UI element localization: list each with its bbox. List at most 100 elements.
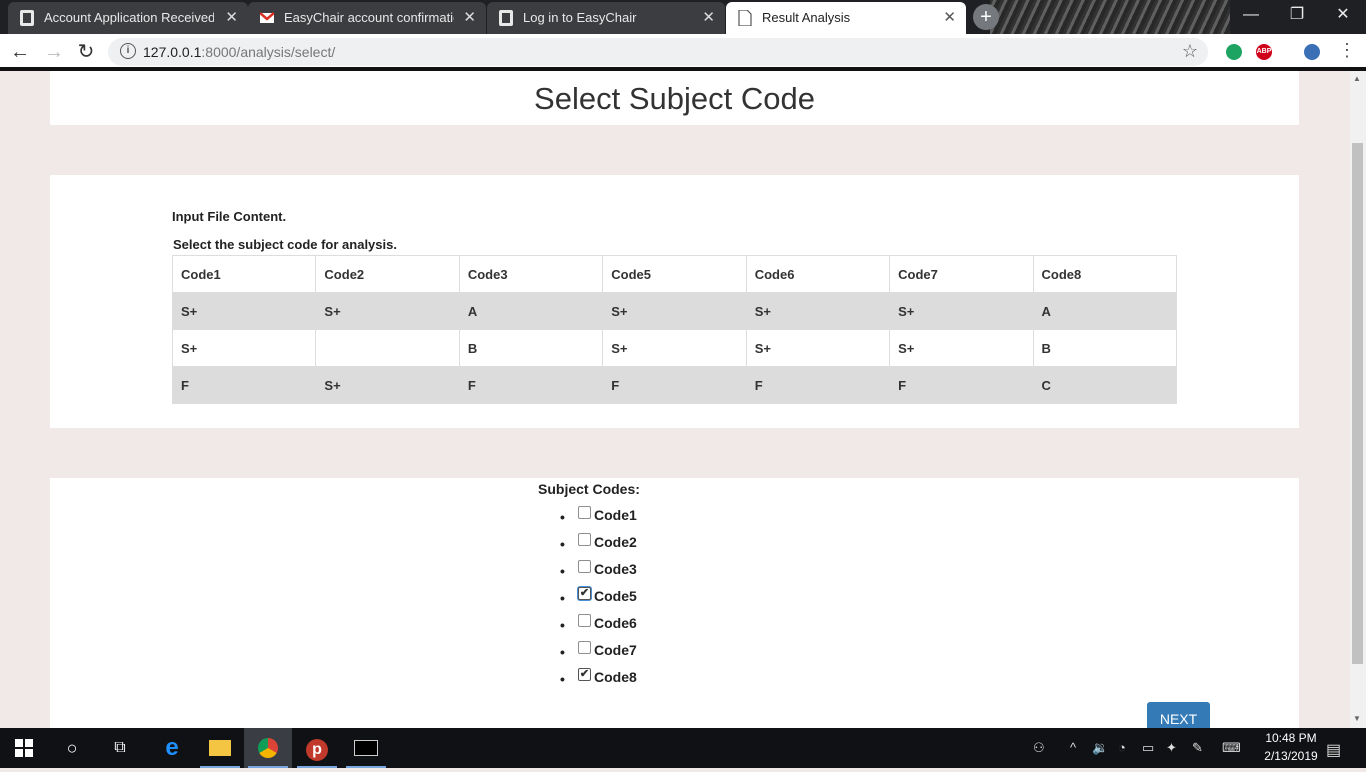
url-host: 127.0.0.1 <box>143 44 202 60</box>
code-label[interactable]: Code6 <box>594 615 637 631</box>
table-cell: S+ <box>315 366 460 404</box>
table-cell <box>315 329 460 367</box>
bookmark-star-icon[interactable]: ☆ <box>1182 41 1198 62</box>
next-button[interactable]: NEXT <box>1147 702 1210 728</box>
new-tab-button[interactable]: + <box>973 4 999 30</box>
document-icon <box>20 10 34 26</box>
tab-result-analysis[interactable]: Result Analysis ✕ <box>726 2 966 34</box>
bullet: • <box>560 617 565 633</box>
code1-checkbox[interactable] <box>578 506 591 519</box>
input-file-label: Input File Content. <box>172 209 287 224</box>
code-label[interactable]: Code2 <box>594 534 637 550</box>
code7-checkbox[interactable] <box>578 641 591 654</box>
tray-chevron-icon[interactable]: ^ <box>1070 740 1076 755</box>
windows-taskbar: ○ ⧉ e p ⚇ ^ 🔉 ◔ ▭ ✦ ✎ ⌨ 10:48 PM 2/13/20… <box>0 728 1366 768</box>
info-icon[interactable]: i <box>120 43 136 59</box>
code5-checkbox[interactable]: ✔ <box>578 587 591 600</box>
tab-easychair-login[interactable]: Log in to EasyChair ✕ <box>487 2 725 34</box>
app-p-icon[interactable]: p <box>293 728 341 768</box>
table-cell: S+ <box>171 292 317 330</box>
code-label[interactable]: Code8 <box>594 669 637 685</box>
table-header: Code6 <box>745 255 891 293</box>
battery-icon[interactable]: ▭ <box>1142 740 1154 756</box>
pen-icon[interactable]: ✎ <box>1192 740 1203 756</box>
adblock-icon[interactable]: ABP <box>1256 44 1272 60</box>
table-cell: S+ <box>315 292 460 330</box>
reload-icon[interactable]: ↻ <box>74 40 98 64</box>
window-close-icon[interactable]: ✕ <box>1320 0 1366 30</box>
people-icon[interactable]: ⚇ <box>1033 740 1045 756</box>
code6-checkbox[interactable] <box>578 614 591 627</box>
address-bar[interactable]: i 127.0.0.1:8000/analysis/select/ ☆ <box>108 38 1208 66</box>
tab-title: Log in to EasyChair <box>523 10 637 25</box>
subject-codes-label: Subject Codes: <box>538 481 640 497</box>
keyboard-icon[interactable]: ⌨ <box>1222 740 1241 756</box>
code-label[interactable]: Code7 <box>594 642 637 658</box>
select-instruction: Select the subject code for analysis. <box>173 237 397 252</box>
scroll-down-icon[interactable]: ▼ <box>1353 714 1361 723</box>
forward-arrow-icon[interactable]: → <box>42 40 66 64</box>
bullet: • <box>560 671 565 687</box>
table-cell: B <box>458 329 604 367</box>
dropbox-icon[interactable]: ✦ <box>1166 740 1177 756</box>
bullet: • <box>560 536 565 552</box>
file-explorer-icon[interactable] <box>196 728 244 768</box>
table-header: Code1 <box>171 255 317 293</box>
tab-account-application[interactable]: Account Application Received ✕ <box>8 2 248 34</box>
code-label[interactable]: Code1 <box>594 507 637 523</box>
minimize-icon[interactable]: — <box>1228 0 1274 30</box>
tab-title: Result Analysis <box>762 10 851 25</box>
tabstrip-background-art <box>990 0 1230 34</box>
windows-start-icon[interactable] <box>0 728 48 768</box>
terminal-icon[interactable] <box>342 728 390 768</box>
table-cell: C <box>1032 366 1178 404</box>
tab-title: Account Application Received <box>44 10 214 25</box>
clock-date[interactable]: 2/13/2019 <box>1256 749 1326 763</box>
table-cell: A <box>458 292 604 330</box>
code8-checkbox[interactable]: ✔ <box>578 668 591 681</box>
table-cell: A <box>1032 292 1178 330</box>
profile-avatar[interactable] <box>1304 44 1320 60</box>
cart-extension-icon[interactable] <box>1226 44 1242 60</box>
page-icon <box>738 10 752 26</box>
url-path: :8000/analysis/select/ <box>201 44 336 60</box>
code-label[interactable]: Code5 <box>594 588 637 604</box>
close-icon[interactable]: ✕ <box>943 8 956 26</box>
menu-dots-icon[interactable]: ⋮ <box>1338 40 1356 61</box>
code3-checkbox[interactable] <box>578 560 591 573</box>
title-panel: Select Subject Code <box>50 71 1299 125</box>
table-header-row: Code1 Code2 Code3 Code5 Code6 Code7 Code… <box>171 255 1178 293</box>
tab-easychair-confirmation[interactable]: EasyChair account confirmation ✕ <box>248 2 486 34</box>
input-content-panel: Input File Content. Select the subject c… <box>50 175 1299 428</box>
bullet: • <box>560 509 565 525</box>
notifications-icon[interactable]: ▤ <box>1326 740 1341 760</box>
volume-icon[interactable]: 🔉 <box>1092 740 1108 756</box>
data-table: Code1 Code2 Code3 Code5 Code6 Code7 Code… <box>171 255 1178 404</box>
wifi-icon[interactable]: ◔ <box>1118 740 1126 755</box>
chrome-icon[interactable] <box>244 728 292 768</box>
bullet: • <box>560 590 565 606</box>
url-text[interactable]: 127.0.0.1:8000/analysis/select/ <box>143 44 335 60</box>
code2-checkbox[interactable] <box>578 533 591 546</box>
close-icon[interactable]: ✕ <box>702 8 715 26</box>
code-label[interactable]: Code3 <box>594 561 637 577</box>
restore-icon[interactable]: ❐ <box>1274 0 1320 30</box>
document-icon <box>499 10 513 26</box>
table-cell: S+ <box>745 329 891 367</box>
close-icon[interactable]: ✕ <box>225 8 238 26</box>
browser-tabstrip: Account Application Received ✕ EasyChair… <box>0 0 1366 34</box>
table-cell: S+ <box>889 329 1034 367</box>
back-arrow-icon[interactable]: ← <box>8 40 32 64</box>
table-row: S+ S+ A S+ S+ S+ A <box>171 292 1178 330</box>
table-cell: S+ <box>602 329 747 367</box>
scroll-up-icon[interactable]: ▲ <box>1353 74 1361 83</box>
task-view-icon[interactable]: ⧉ <box>96 728 144 768</box>
scrollbar-thumb[interactable] <box>1352 143 1363 664</box>
edge-browser-icon[interactable]: e <box>148 728 196 768</box>
table-header: Code8 <box>1032 255 1178 293</box>
clock-time[interactable]: 10:48 PM <box>1256 731 1326 745</box>
cortana-search-icon[interactable]: ○ <box>48 728 96 768</box>
tab-title: EasyChair account confirmation <box>284 10 454 25</box>
gmail-icon <box>260 12 274 23</box>
close-icon[interactable]: ✕ <box>463 8 476 26</box>
